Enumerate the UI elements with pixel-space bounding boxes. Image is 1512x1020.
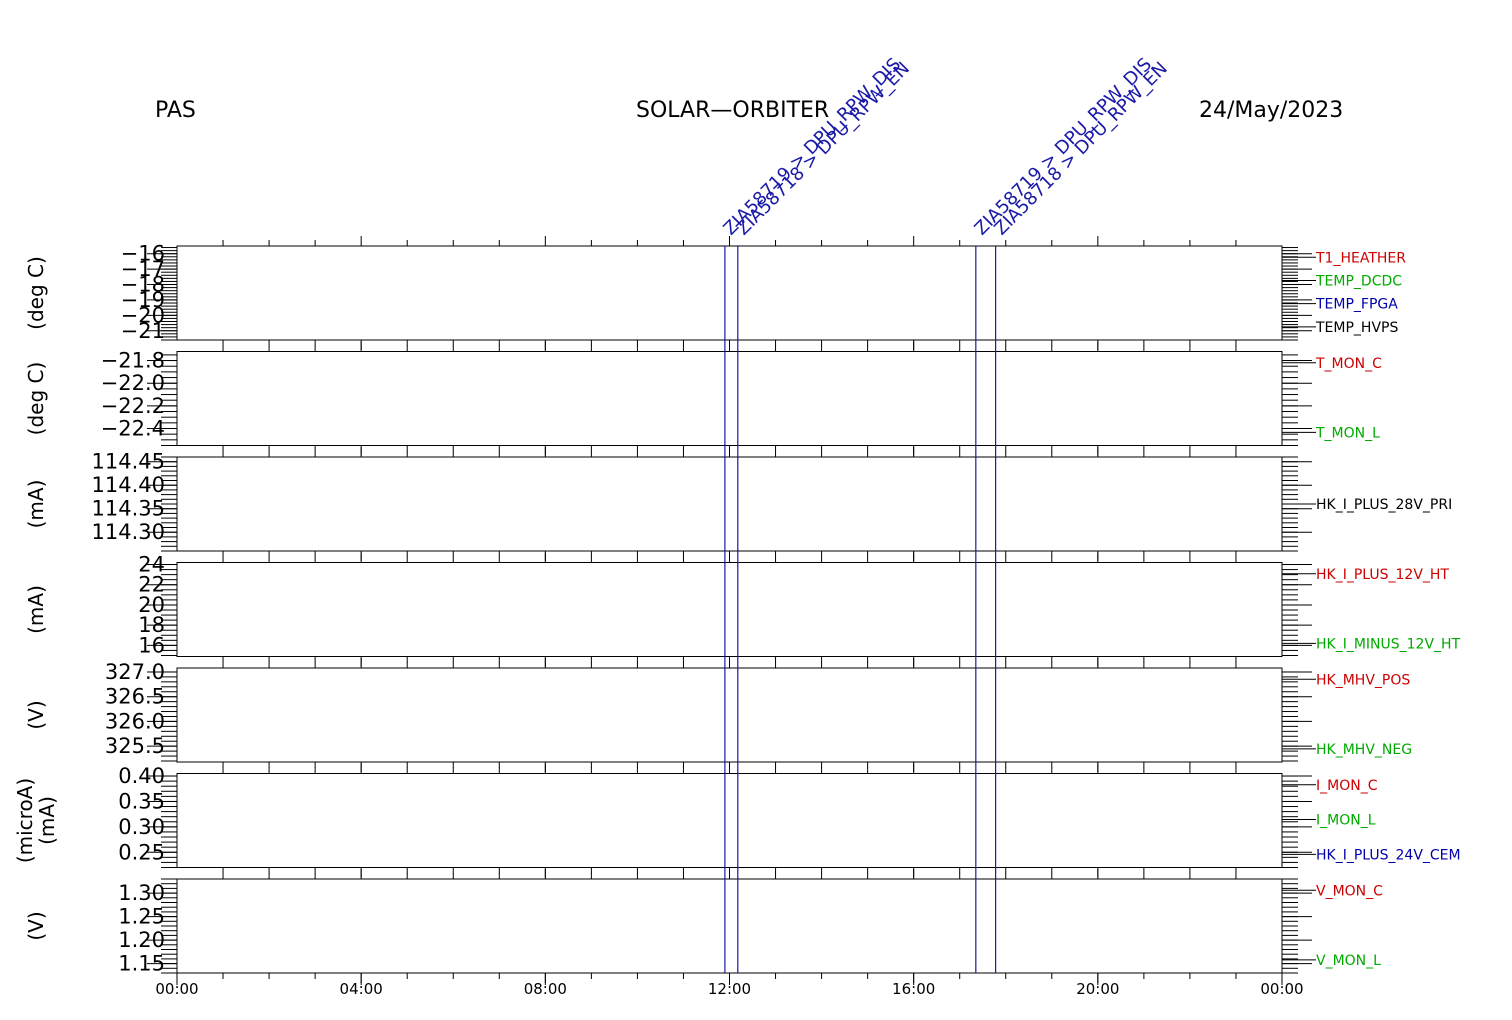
legend-label-t1-heather: T1_HEATHER [1315, 250, 1406, 266]
header-instrument: PAS [155, 98, 196, 123]
panel-5: 327.0326.5326.0325.5 (V) HK_MHV_POS HK_MHV_… [24, 658, 1412, 772]
legend-label-hk-mhv-pos: HK_MHV_POS [1316, 672, 1410, 688]
panel-frame [176, 773, 1283, 868]
y-tick-label: 0.30 [118, 815, 165, 839]
panel-frame [176, 667, 1283, 763]
y-tick-label: −22.2 [101, 394, 165, 418]
y-tick-label: 0.25 [118, 840, 165, 864]
y-tick-label: 1.25 [118, 905, 165, 929]
y-tick-label: −22.0 [101, 371, 165, 395]
y-axis-label: (mA) [24, 480, 48, 529]
x-tick-label: 00:00 [155, 980, 198, 998]
y-axis-label: (V) [24, 911, 48, 940]
legend-label-temp-fpga: TEMP_FPGA [1315, 297, 1398, 313]
y-axis-label: (V) [24, 700, 48, 729]
y-tick-label: 1.15 [118, 952, 165, 976]
y-tick-label: 326.0 [105, 709, 165, 733]
y-tick-label: 1.30 [118, 881, 165, 905]
panel-4: 2422201816(mA)HK_I_PLUS_12V_HTHK_I_MINUS… [24, 552, 1461, 667]
event-label: ZIA58719 > DPU_RPW_DIS [971, 54, 1157, 240]
legend-label-temp-dcdc: TEMP_DCDC [1315, 273, 1402, 289]
x-tick-label: 08:00 [524, 980, 567, 998]
event-label: ZIA58718 > DPU_RPW_EN [990, 58, 1171, 239]
panel-6: 0.400.350.300.25 (microA)(mA) I_MON_C I_MON… [13, 763, 1461, 878]
y-axis-label: (mA) [35, 796, 59, 845]
y-tick-label: 325.5 [105, 734, 165, 758]
y-axis-label: (deg C) [24, 362, 48, 436]
event-markers: ZIA58719 > DPU_RPW_DISZIA58718 > DPU_RPW… [720, 54, 1172, 973]
x-tick-label: 00:00 [1260, 980, 1303, 998]
x-tick-label: 20:00 [1076, 980, 1119, 998]
panel-frame [176, 351, 1283, 446]
panel-frame [176, 245, 1283, 341]
x-axis: 00:00 04:00 08:00 12:00 16:00 20:00 00:00 [155, 973, 1304, 998]
y-tick-label: 1.20 [118, 928, 165, 952]
panel-7: 1.301.251.201.15 (V) V_MON_C V_MON_L [24, 869, 1383, 983]
x-tick-label: 12:00 [708, 980, 751, 998]
y-tick-label: −21 [121, 319, 165, 343]
y-axis-label: (deg C) [24, 256, 48, 330]
y-tick-label: 114.45 [92, 450, 165, 474]
y-tick-label: 0.40 [118, 764, 165, 788]
legend-label-i-mon-c: I_MON_C [1316, 778, 1378, 794]
panels: −16−17−18−19−20−21(deg C) T1_HEATHERTEMP_… [13, 236, 1461, 983]
y-axis-label: (microA) [13, 778, 37, 863]
event-label: ZIA58718 > DPU_RPW_EN [732, 58, 913, 239]
y-tick-label: −21.8 [101, 349, 165, 373]
y-tick-label: 326.5 [105, 685, 165, 709]
legend-label-t-mon-c: T_MON_C [1315, 356, 1382, 372]
legend-label-hk-i-plus-24v-cem: HK_I_PLUS_24V_CEM [1316, 847, 1461, 863]
y-tick-label: 114.35 [92, 497, 165, 521]
y-tick-label: −22.4 [101, 417, 165, 441]
x-tick-label: 04:00 [340, 980, 383, 998]
x-tick-label: 16:00 [892, 980, 935, 998]
y-tick-label: 0.35 [118, 789, 165, 813]
legend-label-v-mon-l: V_MON_L [1316, 953, 1381, 969]
legend-label-t-mon-l: T_MON_L [1315, 425, 1380, 441]
legend-label-hk-mhv-neg: HK_MHV_NEG [1316, 742, 1412, 758]
y-tick-label: 16 [138, 633, 165, 657]
panel-1: −16−17−18−19−20−21(deg C) T1_HEATHERTEMP_… [24, 236, 1406, 350]
legend-label-temp-hvps: TEMP_HVPS [1315, 320, 1398, 336]
panel-2: −21.8−22.0−22.2−22.4 (deg C) T_MON_C T_MON_… [24, 341, 1382, 456]
legend-label-v-mon-c: V_MON_C [1316, 883, 1383, 899]
legend-label-hk-i-plus-12v-ht: HK_I_PLUS_12V_HT [1316, 567, 1449, 583]
panel-frame [176, 456, 1283, 552]
header-date: 24/May/2023 [1199, 98, 1343, 123]
legend-label-i-mon-l: I_MON_L [1316, 813, 1376, 829]
housekeeping-chart: PAS SOLAR—ORBITER 24/May/2023 −16−17−18−… [13, 54, 1461, 998]
y-tick-label: 114.30 [92, 520, 165, 544]
panel-frame [176, 878, 1283, 974]
y-axis-label: (mA) [24, 585, 48, 634]
header-mission: SOLAR—ORBITER [636, 98, 829, 123]
legend-label-hk-i-minus-12v-ht: HK_I_MINUS_12V_HT [1316, 636, 1461, 652]
y-tick-label: 114.40 [92, 473, 165, 497]
panel-frame [176, 562, 1283, 657]
y-tick-label: 327.0 [105, 660, 165, 684]
legend-label-hk-i-plus-28v-pri: HK_I_PLUS_28V_PRI [1316, 497, 1452, 513]
